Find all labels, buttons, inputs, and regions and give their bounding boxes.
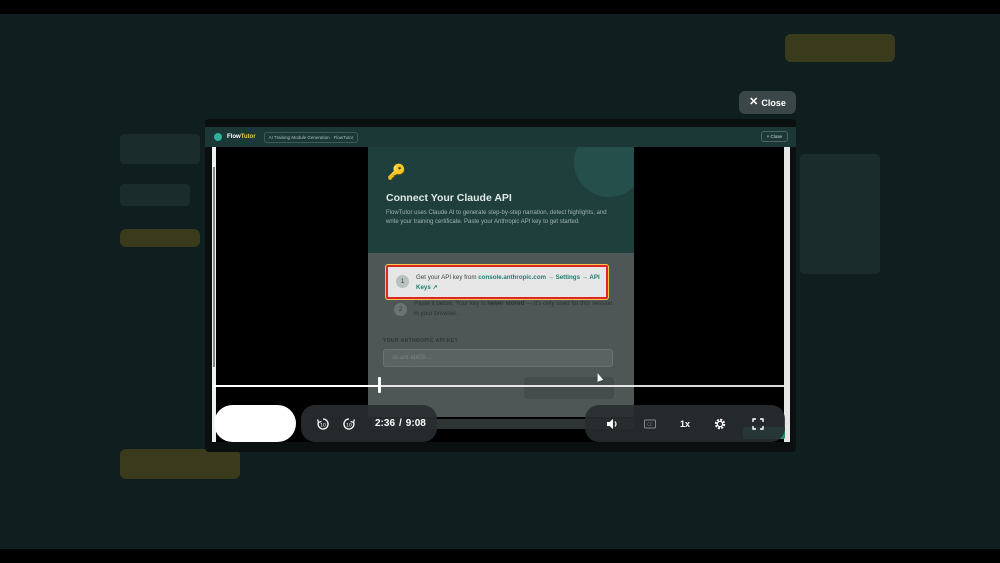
modal-close-label: Close	[761, 97, 786, 108]
play-control-pill[interactable]	[214, 405, 296, 442]
player-settings-controls: CC 1x	[585, 405, 785, 442]
playback-controls: 10 10 2:36/9:08	[301, 405, 437, 442]
dialog-title: Connect Your Claude API	[386, 192, 512, 204]
app-name: FlowTutor	[227, 134, 256, 140]
captions-icon[interactable]: CC	[642, 416, 658, 432]
letterbox-top	[0, 0, 1000, 14]
step-1-highlighted: 1 Get your API key from console.anthropi…	[386, 265, 608, 299]
current-time: 2:36	[375, 418, 396, 429]
progress-track[interactable]	[214, 385, 784, 387]
svg-text:CC: CC	[647, 421, 653, 426]
step-number: 2	[394, 303, 407, 316]
scrollbar[interactable]	[212, 147, 216, 442]
scrollbar-right[interactable]	[784, 147, 790, 442]
letterbox-bottom	[0, 549, 1000, 563]
api-key-dialog: 🔑 Connect Your Claude API FlowTutor uses…	[368, 147, 634, 417]
app-header: FlowTutor AI Training Module Generation …	[205, 127, 796, 147]
progress-fill	[214, 385, 380, 387]
api-key-label: YOUR ANTHROPIC API KEY	[383, 338, 459, 344]
svg-text:10: 10	[320, 422, 326, 428]
step-2: 2 Paste it below. Your key is never stor…	[386, 299, 616, 325]
close-icon: ✕	[749, 96, 759, 108]
settings-icon[interactable]	[712, 416, 728, 432]
app-close-button[interactable]: × Close	[760, 131, 788, 142]
app-breadcrumb-chip: AI Training Module Generation · FlowTuto…	[263, 131, 359, 143]
video-player[interactable]: FlowTutor AI Training Module Generation …	[205, 119, 796, 452]
scrollbar-thumb[interactable]	[213, 167, 215, 367]
app-logo-icon	[214, 133, 222, 141]
dialog-description: FlowTutor uses Claude AI to generate ste…	[386, 210, 607, 225]
step-number: 1	[396, 275, 409, 288]
svg-text:10: 10	[346, 422, 352, 428]
step-1-text: Get your API key from console.anthropic.…	[416, 274, 600, 291]
step-2-text: Paste it below. Your key is never stored…	[414, 300, 613, 317]
timecode: 2:36/9:08	[375, 418, 426, 429]
playback-speed[interactable]: 1x	[680, 419, 690, 429]
total-time: 9:08	[405, 418, 426, 429]
fullscreen-icon[interactable]	[750, 416, 766, 432]
progress-thumb[interactable]	[378, 377, 382, 393]
forward-10-icon[interactable]: 10	[341, 416, 357, 432]
video-screen[interactable]: 🔑 Connect Your Claude API FlowTutor uses…	[212, 147, 790, 442]
dialog-header: 🔑 Connect Your Claude API FlowTutor uses…	[368, 147, 634, 253]
volume-icon[interactable]	[604, 416, 620, 432]
api-key-input[interactable]: sk-ant-api03-...	[383, 349, 613, 367]
modal-close-button[interactable]: ✕ Close	[739, 91, 796, 114]
rewind-10-icon[interactable]: 10	[315, 416, 331, 432]
key-icon: 🔑	[387, 164, 406, 181]
